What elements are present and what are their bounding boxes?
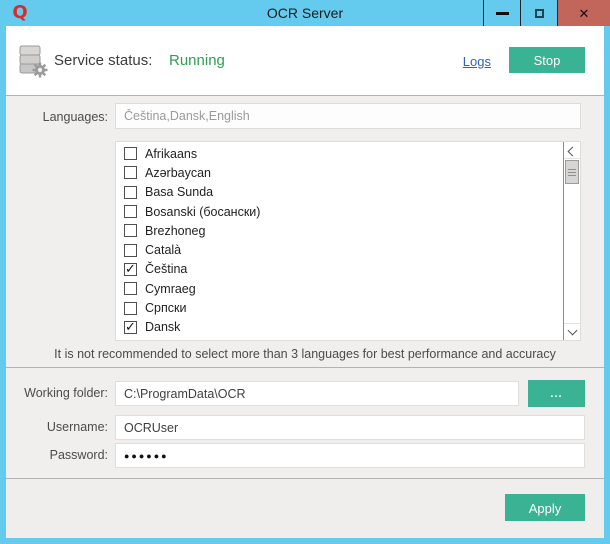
- close-icon: ✕: [579, 7, 590, 20]
- language-label: Català: [145, 243, 181, 257]
- language-row[interactable]: Čeština: [116, 260, 580, 279]
- languages-section: Languages: Afrikaans Azərbaycan Basa Sun…: [6, 96, 604, 367]
- stop-button[interactable]: Stop: [509, 47, 585, 73]
- language-label: Cymraeg: [145, 282, 196, 296]
- language-checkbox[interactable]: [124, 186, 137, 199]
- maximize-button[interactable]: [520, 0, 557, 26]
- browse-button[interactable]: ...: [528, 380, 585, 407]
- language-label: Deutsch: [145, 340, 191, 341]
- language-checkbox[interactable]: [124, 224, 137, 237]
- language-row[interactable]: Српски: [116, 298, 580, 317]
- language-label: Brezhoneg: [145, 224, 205, 238]
- close-button[interactable]: ✕: [557, 0, 610, 26]
- language-row[interactable]: Brezhoneg: [116, 221, 580, 240]
- language-row[interactable]: Basa Sunda: [116, 183, 580, 202]
- language-checkbox[interactable]: [124, 166, 137, 179]
- chevron-down-icon: [567, 326, 577, 336]
- footer-section: Apply: [6, 479, 604, 538]
- language-row[interactable]: Bosanski (босански): [116, 202, 580, 221]
- language-label: Čeština: [145, 262, 187, 276]
- password-input[interactable]: [115, 443, 585, 468]
- languages-label: Languages:: [6, 110, 108, 124]
- password-label: Password:: [6, 448, 108, 462]
- scrollbar[interactable]: [563, 142, 580, 340]
- status-section: Service status: Running Logs Stop: [6, 26, 604, 95]
- language-label: Bosanski (босански): [145, 205, 260, 219]
- language-checkbox[interactable]: [124, 263, 137, 276]
- settings-section: Working folder: ... Username: Password:: [6, 368, 604, 478]
- language-checkbox[interactable]: [124, 302, 137, 315]
- language-checkbox[interactable]: [124, 147, 137, 160]
- working-folder-label: Working folder:: [6, 386, 108, 400]
- language-checkbox[interactable]: [124, 244, 137, 257]
- language-row[interactable]: Cymraeg: [116, 279, 580, 298]
- service-status-value: Running: [169, 52, 225, 69]
- titlebar: Q OCR Server ✕: [0, 0, 610, 26]
- minimize-button[interactable]: [483, 0, 520, 26]
- language-checkbox[interactable]: [124, 340, 137, 341]
- chevron-up-icon: [567, 147, 577, 157]
- language-row[interactable]: Deutsch: [116, 337, 580, 341]
- ocr-server-window: Q OCR Server ✕: [0, 0, 610, 544]
- logs-link[interactable]: Logs: [463, 54, 491, 69]
- language-row[interactable]: Dansk: [116, 318, 580, 337]
- language-checkbox[interactable]: [124, 282, 137, 295]
- language-label: Basa Sunda: [145, 185, 213, 199]
- scrollbar-thumb[interactable]: [565, 160, 579, 184]
- language-row[interactable]: Afrikaans: [116, 144, 580, 163]
- maximize-icon: [535, 9, 544, 18]
- window-content: Service status: Running Logs Stop Langua…: [6, 26, 604, 538]
- language-list: Afrikaans Azərbaycan Basa Sunda Bosanski…: [115, 141, 581, 341]
- language-row[interactable]: Català: [116, 240, 580, 259]
- server-service-icon: [14, 43, 50, 79]
- language-label: Dansk: [145, 320, 180, 334]
- language-label: Afrikaans: [145, 147, 197, 161]
- scrollbar-up-button[interactable]: [564, 142, 580, 159]
- languages-note: It is not recommended to select more tha…: [46, 347, 564, 361]
- scrollbar-down-button[interactable]: [564, 323, 580, 340]
- language-row[interactable]: Azərbaycan: [116, 163, 580, 182]
- working-folder-input[interactable]: [115, 381, 519, 406]
- languages-selected-input[interactable]: [115, 103, 581, 129]
- apply-button[interactable]: Apply: [505, 494, 585, 521]
- username-label: Username:: [6, 420, 108, 434]
- language-label: Српски: [145, 301, 186, 315]
- minimize-icon: [496, 12, 509, 15]
- username-input[interactable]: [115, 415, 585, 440]
- language-label: Azərbaycan: [145, 166, 211, 180]
- language-checkbox[interactable]: [124, 321, 137, 334]
- language-checkbox[interactable]: [124, 205, 137, 218]
- window-controls: ✕: [483, 0, 610, 26]
- service-status-label: Service status:: [54, 52, 152, 69]
